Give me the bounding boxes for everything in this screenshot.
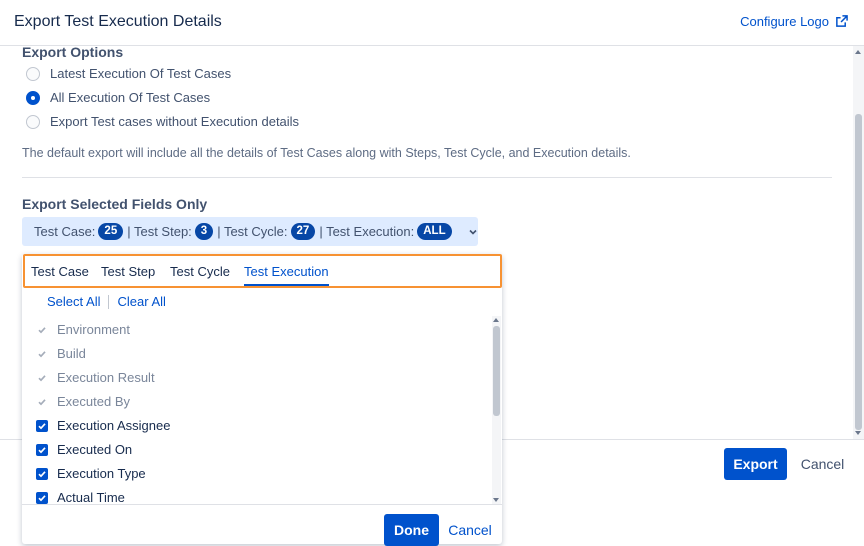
cancel-button[interactable]: Cancel	[795, 448, 850, 480]
test-execution-label: | Test Execution:	[319, 224, 415, 239]
radio-label: All Execution Of Test Cases	[50, 90, 211, 105]
check-icon	[38, 494, 46, 501]
list-item[interactable]: Actual Time	[36, 490, 125, 504]
scroll-down-arrow-icon[interactable]	[493, 498, 499, 502]
done-button[interactable]: Done	[384, 514, 439, 546]
scroll-up-arrow-icon[interactable]	[855, 50, 861, 54]
select-all-link[interactable]: Select All	[47, 294, 100, 309]
scrollbar-thumb[interactable]	[493, 326, 500, 416]
checkbox-disabled	[36, 324, 48, 336]
list-item[interactable]: Execution Assignee	[36, 418, 170, 433]
popover-footer: Done Cancel	[22, 504, 502, 546]
check-icon	[38, 422, 46, 429]
fields-summary-dropdown[interactable]: Test Case: 25 | Test Step: 3 | Test Cycl…	[22, 217, 478, 246]
radio-circle[interactable]	[26, 114, 40, 129]
radio-circle[interactable]	[26, 66, 40, 81]
scrollbar-thumb[interactable]	[855, 114, 862, 430]
field-label: Build	[57, 346, 86, 361]
field-label: Actual Time	[57, 490, 125, 504]
checkbox-checked[interactable]	[36, 491, 48, 504]
radio-circle-selected[interactable]	[26, 90, 40, 105]
selected-fields-title: Export Selected Fields Only	[22, 196, 208, 212]
check-icon	[38, 470, 46, 477]
field-label: Execution Assignee	[57, 418, 171, 433]
tab-test-case[interactable]: Test Case	[31, 264, 89, 279]
section-divider	[22, 177, 832, 178]
field-label: Execution Type	[57, 466, 146, 481]
popover-scrollbar[interactable]	[492, 316, 501, 504]
test-step-count-badge: 3	[194, 223, 214, 240]
test-case-count-badge: 25	[98, 223, 124, 240]
checkbox-checked[interactable]	[36, 419, 48, 432]
list-item: Execution Result	[36, 370, 155, 385]
check-icon	[38, 374, 46, 381]
tab-test-cycle[interactable]: Test Cycle	[170, 264, 230, 279]
field-label: Executed By	[57, 394, 130, 409]
selection-actions: Select All Clear All	[47, 294, 166, 309]
scroll-up-arrow-icon[interactable]	[493, 318, 499, 322]
radio-latest-execution[interactable]: Latest Execution Of Test Cases	[26, 66, 231, 81]
checkbox-disabled	[36, 396, 48, 408]
tab-test-execution[interactable]: Test Execution	[244, 264, 329, 286]
field-label: Executed On	[57, 442, 133, 457]
check-icon	[38, 446, 46, 453]
checkbox-checked[interactable]	[36, 443, 48, 456]
separator	[108, 294, 110, 309]
popover-cancel-button[interactable]: Cancel	[444, 514, 496, 546]
configure-logo-label: Configure Logo	[740, 14, 829, 29]
test-case-label: Test Case:	[34, 224, 96, 239]
test-execution-count-badge: ALL	[417, 223, 452, 240]
clear-all-link[interactable]: Clear All	[117, 294, 165, 309]
test-cycle-count-badge: 27	[290, 223, 316, 240]
list-item: Build	[36, 346, 86, 361]
main-scrollbar[interactable]	[853, 46, 864, 439]
field-tabs: Test Case Test Step Test Cycle Test Exec…	[23, 254, 502, 288]
radio-without-execution[interactable]: Export Test cases without Execution deta…	[26, 114, 299, 129]
list-item: Executed By	[36, 394, 130, 409]
checkbox-disabled	[36, 348, 48, 360]
list-item[interactable]: Executed On	[36, 442, 132, 457]
export-modal: Export Test Execution Details Configure …	[0, 0, 864, 546]
fields-list: Environment Build Execution Result Execu…	[22, 316, 492, 504]
check-icon	[38, 350, 46, 357]
field-label: Execution Result	[57, 370, 155, 385]
radio-all-execution[interactable]: All Execution Of Test Cases	[26, 90, 210, 105]
radio-label: Latest Execution Of Test Cases	[50, 66, 232, 81]
checkbox-checked[interactable]	[36, 467, 48, 480]
test-cycle-label: | Test Cycle:	[217, 224, 288, 239]
chevron-down-icon	[469, 229, 477, 235]
scroll-down-arrow-icon[interactable]	[855, 431, 861, 435]
tab-test-step[interactable]: Test Step	[101, 264, 155, 279]
list-item: Environment	[36, 322, 130, 337]
checkbox-disabled	[36, 372, 48, 384]
check-icon	[38, 398, 46, 405]
modal-title: Export Test Execution Details	[14, 13, 222, 30]
list-item[interactable]: Execution Type	[36, 466, 146, 481]
test-step-label: | Test Step:	[127, 224, 192, 239]
field-selector-popover: Test Case Test Step Test Cycle Test Exec…	[22, 254, 502, 546]
modal-header: Export Test Execution Details Configure …	[0, 0, 864, 46]
configure-logo-link[interactable]: Configure Logo	[740, 14, 848, 29]
radio-label: Export Test cases without Execution deta…	[50, 114, 300, 129]
export-note: The default export will include all the …	[22, 146, 631, 160]
check-icon	[38, 326, 46, 333]
field-label: Environment	[57, 322, 130, 337]
export-options-title: Export Options	[22, 46, 124, 60]
external-link-icon	[836, 15, 848, 27]
export-button[interactable]: Export	[724, 448, 787, 480]
